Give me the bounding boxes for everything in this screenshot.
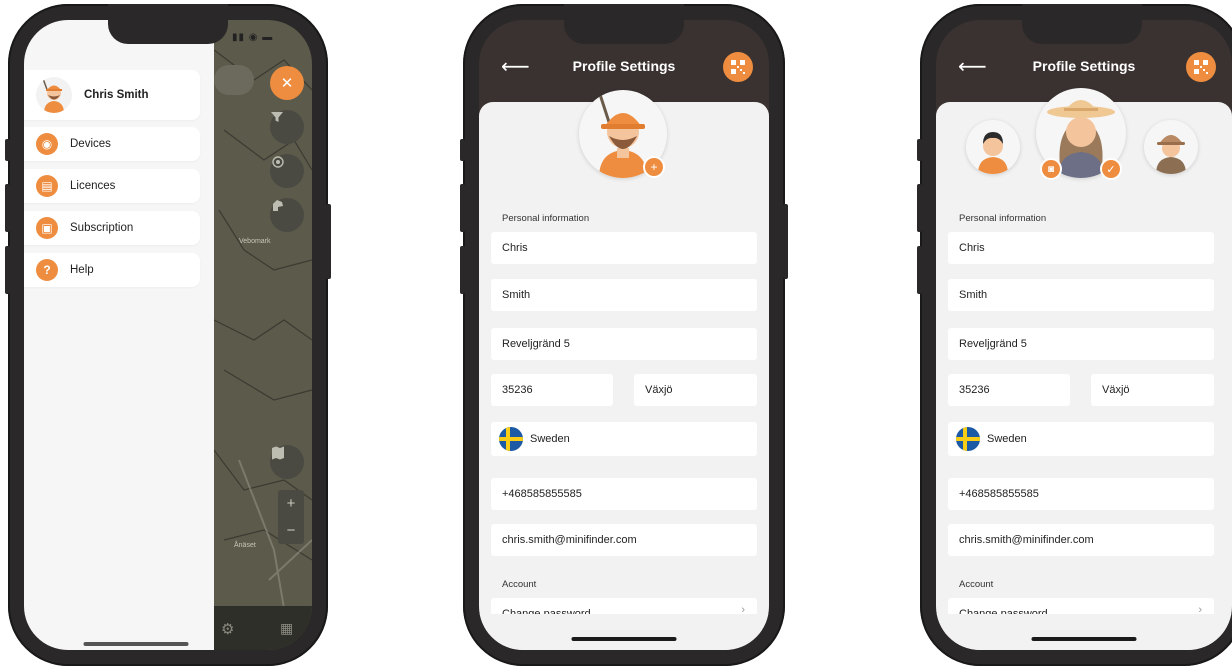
dog-icon bbox=[273, 200, 283, 211]
help-icon: ? bbox=[36, 259, 58, 281]
filter-button[interactable] bbox=[270, 110, 304, 144]
menu-item-help[interactable]: ? Help bbox=[24, 253, 200, 287]
menu-item-label: Subscription bbox=[70, 222, 134, 234]
city-field[interactable]: Växjö bbox=[634, 374, 757, 406]
devices-icon: ◉ bbox=[36, 133, 58, 155]
profile-name: Chris Smith bbox=[84, 89, 149, 101]
profile-item[interactable]: Chris Smith bbox=[24, 70, 200, 120]
notch bbox=[564, 4, 684, 44]
sweden-flag-icon bbox=[499, 427, 523, 451]
dog-button[interactable] bbox=[270, 198, 304, 232]
map-label-anaset: Ånäset bbox=[234, 542, 256, 549]
profile-card: + Personal information Chris Smith Revel… bbox=[479, 90, 769, 650]
calendar-icon[interactable]: ▦ bbox=[280, 620, 293, 637]
zoom-control: + − bbox=[278, 490, 304, 544]
address-field[interactable]: Reveljgränd 5 bbox=[948, 328, 1214, 360]
licences-icon: ▤ bbox=[36, 175, 58, 197]
country-value: Sweden bbox=[530, 433, 570, 445]
first-name-field[interactable]: Chris bbox=[491, 232, 757, 264]
avatar-option-detective[interactable] bbox=[1144, 120, 1198, 174]
postal-code-field[interactable]: 35236 bbox=[491, 374, 613, 406]
side-menu: Chris Smith ◉ Devices ▤ Licences ▣ Subsc… bbox=[24, 20, 214, 650]
qr-code-icon bbox=[1194, 60, 1208, 74]
settings-icon[interactable]: ⚙ bbox=[221, 620, 234, 638]
menu-item-label: Help bbox=[70, 264, 94, 276]
map-layers-button[interactable] bbox=[270, 445, 304, 479]
avatar-option-man[interactable] bbox=[966, 120, 1020, 174]
home-indicator bbox=[83, 642, 189, 646]
menu-item-licences[interactable]: ▤ Licences bbox=[24, 169, 200, 203]
menu-item-label: Licences bbox=[70, 180, 116, 192]
menu-item-devices[interactable]: ◉ Devices bbox=[24, 127, 200, 161]
city-field[interactable]: Växjö bbox=[1091, 374, 1214, 406]
subscription-icon: ▣ bbox=[36, 217, 58, 239]
last-name-field[interactable]: Smith bbox=[948, 279, 1214, 311]
add-photo-badge[interactable]: + bbox=[645, 158, 663, 176]
country-value: Sweden bbox=[987, 433, 1027, 445]
country-select[interactable]: Sweden bbox=[491, 422, 757, 456]
qr-code-button[interactable] bbox=[1186, 52, 1216, 82]
avatar bbox=[36, 77, 72, 113]
camera-badge[interactable]: ◙ bbox=[1042, 160, 1060, 178]
phone-field[interactable]: +468585855585 bbox=[948, 478, 1214, 510]
crosshair-icon bbox=[272, 156, 284, 168]
home-indicator bbox=[1031, 637, 1137, 641]
personal-info-label: Personal information bbox=[502, 213, 590, 224]
notch bbox=[1022, 4, 1142, 44]
address-field[interactable]: Reveljgränd 5 bbox=[491, 328, 757, 360]
personal-info-label: Personal information bbox=[959, 213, 1047, 224]
phone-frame-profile-avatar: ⟵ Profile Settings ◙ ✓ Personal informat… bbox=[917, 4, 1232, 666]
postal-code-field[interactable]: 35236 bbox=[948, 374, 1070, 406]
profile-screen: ⟵ Profile Settings + Personal informatio… bbox=[479, 20, 769, 650]
phone-frame-menu: Vebomark Ånäset ✕ + − ⚙ ▦ ▮▮ ◉ ▬ Chris S… bbox=[5, 4, 331, 666]
selected-check-badge: ✓ bbox=[1102, 160, 1120, 178]
account-label: Account bbox=[959, 579, 994, 590]
qr-code-icon bbox=[731, 60, 745, 74]
notch bbox=[108, 4, 228, 44]
status-bar: ▮▮ ◉ ▬ bbox=[232, 32, 274, 43]
last-name-field[interactable]: Smith bbox=[491, 279, 757, 311]
phone-frame-profile: ⟵ Profile Settings + Personal informatio… bbox=[460, 4, 788, 666]
map-icon bbox=[272, 446, 284, 460]
locate-button[interactable] bbox=[270, 154, 304, 188]
phone-field[interactable]: +468585855585 bbox=[491, 478, 757, 510]
zoom-out-button[interactable]: − bbox=[278, 517, 304, 544]
profile-screen-avatar: ⟵ Profile Settings ◙ ✓ Personal informat… bbox=[936, 20, 1232, 650]
home-indicator bbox=[571, 637, 677, 641]
account-label: Account bbox=[502, 579, 537, 590]
first-name-field[interactable]: Chris bbox=[948, 232, 1214, 264]
menu-item-subscription[interactable]: ▣ Subscription bbox=[24, 211, 200, 245]
zoom-in-button[interactable]: + bbox=[278, 490, 304, 517]
profile-card: ◙ ✓ Personal information Chris Smith Rev… bbox=[936, 88, 1232, 650]
menu-screen: Vebomark Ånäset ✕ + − ⚙ ▦ ▮▮ ◉ ▬ Chris S… bbox=[24, 20, 312, 650]
filter-icon bbox=[271, 112, 283, 122]
email-field[interactable]: chris.smith@minifinder.com bbox=[948, 524, 1214, 556]
menu-item-label: Devices bbox=[70, 138, 111, 150]
close-button[interactable]: ✕ bbox=[270, 66, 304, 100]
map-label-vebomark: Vebomark bbox=[239, 238, 271, 245]
qr-code-button[interactable] bbox=[723, 52, 753, 82]
sweden-flag-icon bbox=[956, 427, 980, 451]
country-select[interactable]: Sweden bbox=[948, 422, 1214, 456]
email-field[interactable]: chris.smith@minifinder.com bbox=[491, 524, 757, 556]
